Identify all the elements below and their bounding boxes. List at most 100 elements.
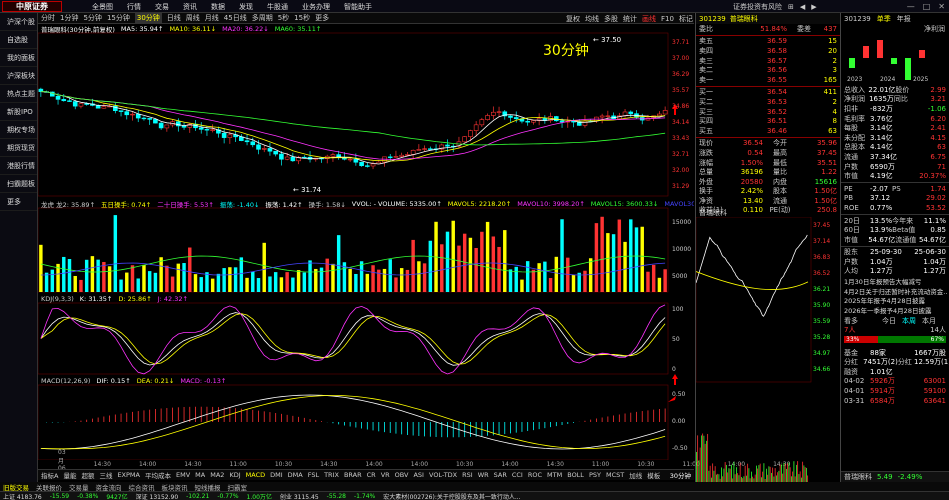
indicator-tab[interactable]: CR (367, 471, 376, 479)
menu-item[interactable]: 行情 (127, 2, 141, 12)
indicator-tab[interactable]: 指标A (41, 470, 58, 480)
indicator-tab[interactable]: OBV (395, 471, 409, 479)
chart-tool-button[interactable]: 复权 (566, 14, 580, 24)
indicator-tab[interactable]: EMV (176, 471, 190, 479)
intraday-mini-chart[interactable]: 普瑞眼科 37.45 37.14 36.83 36.52 36.21 35.90 35.59… (695, 208, 840, 488)
period-tab[interactable]: 多周期 (252, 13, 273, 23)
indicator-tab[interactable]: BRAR (344, 471, 362, 479)
indicator-tab[interactable]: TRIX (324, 471, 339, 479)
chart-tool-button[interactable]: 统计 (623, 14, 637, 24)
indicator-tab[interactable]: 超额 (81, 470, 94, 480)
sidebar-item[interactable]: 自选股 (0, 31, 37, 49)
indicator-tab[interactable]: PSY (589, 471, 601, 479)
indicator-tab[interactable]: BOLL (567, 471, 584, 479)
indicator-tab[interactable]: 加线 (629, 470, 642, 480)
period-tab[interactable]: 5分钟 (83, 13, 101, 23)
period-tab[interactable]: 周线 (186, 13, 200, 23)
chart-tool-button[interactable]: 标记 (679, 14, 693, 24)
indicator-tab[interactable]: WR (478, 471, 489, 479)
panel-tab[interactable]: 旧版交易 (3, 482, 29, 492)
indicator-tab[interactable]: DMA (288, 471, 303, 479)
vote-tab[interactable]: 本周 (902, 316, 916, 326)
news-item[interactable]: 1月30日年报预告大幅减亏 (841, 278, 949, 287)
back-icon[interactable]: ◀ (800, 3, 805, 11)
forward-icon[interactable]: ▶ (811, 3, 816, 11)
indicator-tab[interactable]: 量能 (63, 470, 76, 480)
mini-chart-svg[interactable]: 37.45 37.14 36.83 36.52 36.21 35.90 35.59 35.28… (695, 216, 841, 488)
kline-chart-area[interactable]: 普瑞眼科(30分钟,前复权) MA5: 35.94↑ MA10: 36.11↓ MA2… (38, 24, 694, 469)
menu-item[interactable]: 发现 (239, 2, 253, 12)
indicator-tab[interactable]: MTM (547, 471, 562, 479)
sidebar-item[interactable]: 新股IPO (0, 103, 37, 121)
panel-tab[interactable]: 综合资讯 (129, 482, 155, 492)
sidebar-item[interactable]: 我的面板 (0, 49, 37, 67)
period-tab[interactable]: 15秒 (294, 13, 310, 23)
indicator-tab[interactable]: SAR (494, 471, 507, 479)
menu-item[interactable]: 牛股通 (267, 2, 288, 12)
period-tab[interactable]: 45日线 (224, 13, 247, 23)
period-tab[interactable]: 更多 (315, 13, 329, 23)
chart-tool-button[interactable]: 多股 (604, 14, 618, 24)
menu-item[interactable]: 数据 (211, 2, 225, 12)
sidebar-item[interactable]: 更多 (0, 193, 37, 211)
indicator-tab[interactable]: 模板 (647, 470, 660, 480)
panel-tab[interactable]: 短线播报 (195, 482, 221, 492)
menu-item[interactable]: 交易 (155, 2, 169, 12)
watch-quote[interactable]: 普瑞眼科 5.49 -2.49% (841, 471, 949, 482)
period-tab[interactable]: 15分钟 (107, 13, 130, 23)
period-tab[interactable]: 1分钟 (60, 13, 78, 23)
sidebar-item[interactable]: 热点主题 (0, 85, 37, 103)
period-tab[interactable]: 日线 (167, 13, 181, 23)
sidebar-item[interactable]: 沪深个股 (0, 13, 37, 31)
indicator-tab[interactable]: RSI (462, 471, 473, 479)
layout-icon[interactable]: ⊞ (788, 3, 794, 11)
news-item[interactable]: 4月2日关于归还暂时补充流动资金.. (841, 288, 949, 297)
chart-tool-button[interactable]: F10 (661, 15, 674, 23)
indicator-tab[interactable]: ROC (528, 471, 542, 479)
indicator-tab[interactable]: MACD (246, 471, 265, 479)
vote-tab[interactable]: 今日 (882, 316, 896, 326)
panel-tab[interactable]: 交易量 (69, 482, 89, 492)
panel-tab[interactable]: 扫霸室 (228, 482, 248, 492)
sidebar-item[interactable]: 沪深板块 (0, 67, 37, 85)
menu-item[interactable]: 全景图 (92, 2, 113, 12)
sidebar-item[interactable]: 港股行情 (0, 157, 37, 175)
sidebar-item[interactable]: 期货现货 (0, 139, 37, 157)
close-icon[interactable]: ✕ (938, 2, 945, 11)
indicator-tab[interactable]: MA2 (210, 471, 224, 479)
indicator-tab[interactable]: FSL (308, 471, 319, 479)
indicator-tab[interactable]: CCI (512, 471, 523, 479)
indicator-tab[interactable]: MA (195, 471, 205, 479)
indicator-tab[interactable]: VOL-TDX (429, 471, 457, 479)
news-item[interactable]: 2026年一季报予4月28日披露 (841, 307, 949, 316)
indicator-tab[interactable]: MCST (606, 471, 624, 479)
vote-tab[interactable]: 本月 (922, 316, 936, 326)
panel-tab[interactable]: 资金流向 (96, 482, 122, 492)
chart-tool-button[interactable]: 画线 (642, 14, 656, 24)
tab-annual[interactable]: 年报 (897, 14, 911, 24)
menu-item[interactable]: 智能助手 (344, 2, 372, 12)
chart-tool-button[interactable]: 均线 (585, 14, 599, 24)
indicator-tab[interactable]: ASI (413, 471, 424, 479)
tab-quarter[interactable]: 单季 (877, 14, 891, 24)
menu-item[interactable]: 业务办理 (302, 2, 330, 12)
indicator-tab[interactable]: DMI (270, 471, 283, 479)
panel-tab[interactable]: 关联报价 (36, 482, 62, 492)
menu-item[interactable]: 资讯 (183, 2, 197, 12)
indicator-tab[interactable]: 平均成本 (145, 470, 171, 480)
indicator-tab[interactable]: VR (381, 471, 390, 479)
period-tab[interactable]: 5秒 (278, 13, 289, 23)
indicator-tab[interactable]: EXPMA (117, 471, 140, 479)
news-item[interactable]: 2025年年报予4月28日披露 (841, 297, 949, 306)
sidebar-item[interactable]: 期权专场 (0, 121, 37, 139)
minimize-icon[interactable]: — (907, 2, 915, 11)
period-tab[interactable]: 分时 (41, 13, 55, 23)
sidebar-item[interactable]: 扫霸题板 (0, 175, 37, 193)
period-tab[interactable]: 月线 (205, 13, 219, 23)
indicator-tab[interactable]: KDJ (229, 471, 240, 479)
indicator-tab[interactable]: 三线 (99, 470, 112, 480)
kline-svg[interactable]: ← 37.50 ← 31.74 37.71 37.00 36.29 35.57 34.86 3… (38, 24, 694, 460)
panel-tab[interactable]: 板块资讯 (162, 482, 188, 492)
maximize-icon[interactable]: □ (923, 2, 931, 11)
period-tab[interactable]: 30分钟 (134, 13, 162, 23)
